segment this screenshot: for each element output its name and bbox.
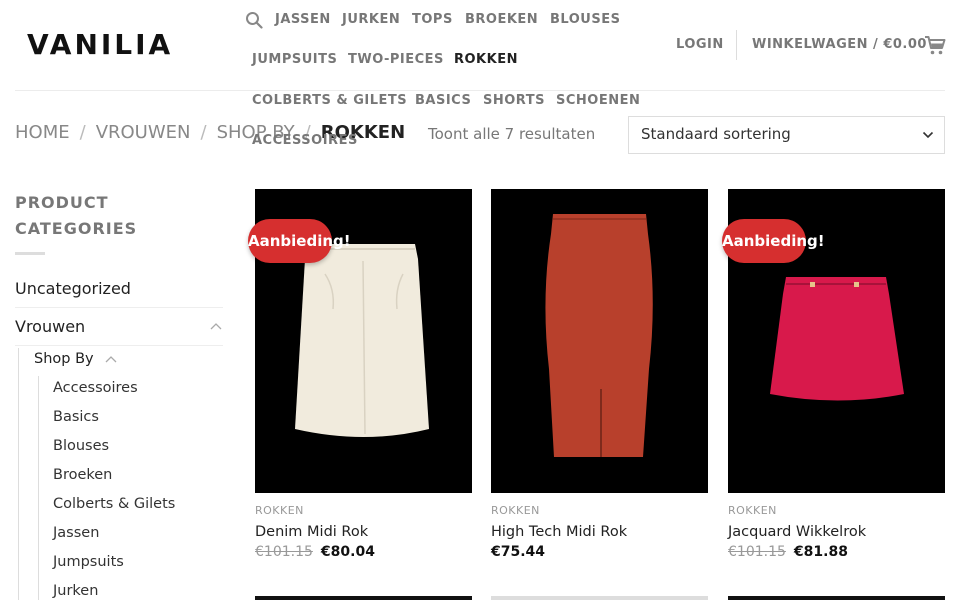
skirt-shape <box>770 277 904 401</box>
sidebar-item-vrouwen[interactable]: Vrouwen <box>15 317 85 336</box>
product-image-partial[interactable] <box>728 596 945 600</box>
chevron-down-icon <box>922 131 934 139</box>
header-divider <box>736 30 737 60</box>
product-sale-price: €81.88 <box>793 544 848 560</box>
product-price: €75.44 <box>491 544 545 560</box>
sidebar-item-jumpsuits[interactable]: Jumpsuits <box>53 554 124 570</box>
chevron-up-icon[interactable] <box>105 355 117 363</box>
sidebar-item-uncategorized[interactable]: Uncategorized <box>15 279 131 298</box>
product-title[interactable]: High Tech Midi Rok <box>491 524 627 540</box>
sort-selected-value: Standaard sortering <box>641 125 791 143</box>
sidebar-subtree-line <box>18 348 19 600</box>
nav-item-schoenen[interactable]: SCHOENEN <box>556 93 640 108</box>
product-image[interactable] <box>491 189 708 493</box>
nav-item-two-pieces[interactable]: TWO-PIECES <box>348 52 444 67</box>
nav-item-jassen[interactable]: JASSEN <box>275 12 331 27</box>
sidebar-item-accessoires[interactable]: Accessoires <box>53 380 138 396</box>
product-sale-price: €80.04 <box>320 544 375 560</box>
login-link[interactable]: LOGIN <box>676 37 724 52</box>
sale-badge: Aanbieding! <box>248 219 351 263</box>
nav-item-blouses[interactable]: BLOUSES <box>550 12 620 27</box>
sidebar-item-broeken[interactable]: Broeken <box>53 467 112 483</box>
product-category[interactable]: ROKKEN <box>491 504 540 517</box>
site-logo[interactable]: VANILIA <box>27 28 173 61</box>
cart-icon[interactable] <box>924 34 946 56</box>
product-price: €101.15 €80.04 <box>255 544 375 560</box>
nav-item-jurken[interactable]: JURKEN <box>342 12 400 27</box>
breadcrumb-home[interactable]: HOME <box>15 122 70 143</box>
sidebar-item-basics[interactable]: Basics <box>53 409 99 425</box>
product-category[interactable]: ROKKEN <box>728 504 777 517</box>
sidebar-item-shop-by[interactable]: Shop By <box>34 351 94 367</box>
sidebar-title: PRODUCT CATEGORIES <box>15 193 138 238</box>
skirt-illustration <box>545 214 653 457</box>
sort-select[interactable]: Standaard sortering <box>628 116 945 154</box>
search-icon[interactable] <box>245 11 263 29</box>
nav-item-jumpsuits[interactable]: JUMPSUITS <box>252 52 337 67</box>
product-category[interactable]: ROKKEN <box>255 504 304 517</box>
cart-link[interactable]: WINKELWAGEN / €0.00 <box>752 37 927 52</box>
nav-item-tops[interactable]: TOPS <box>412 12 453 27</box>
sidebar-item-colberts-gilets[interactable]: Colberts & Gilets <box>53 496 175 512</box>
sale-badge: Aanbieding! <box>722 219 825 263</box>
sidebar-title-underline <box>15 252 45 255</box>
nav-item-accessoires[interactable]: ACCESSOIRES <box>252 133 358 148</box>
nav-item-shorts[interactable]: SHORTS <box>483 93 545 108</box>
sidebar-divider <box>15 307 223 308</box>
product-image-partial[interactable] <box>255 596 472 600</box>
product-title[interactable]: Denim Midi Rok <box>255 524 368 540</box>
sidebar-item-jurken[interactable]: Jurken <box>53 583 98 599</box>
product-old-price: €101.15 <box>728 544 786 560</box>
skirt-shape <box>545 214 653 457</box>
product-old-price: €101.15 <box>255 544 313 560</box>
breadcrumb-vrouwen[interactable]: VROUWEN <box>96 122 191 143</box>
product-title[interactable]: Jacquard Wikkelrok <box>728 524 866 540</box>
sidebar-divider <box>15 345 223 346</box>
breadcrumb-separator: / <box>200 122 207 143</box>
chevron-up-icon[interactable] <box>210 322 222 330</box>
product-price-value: €75.44 <box>491 544 546 560</box>
header-divider-line <box>15 90 945 91</box>
skirt-shape <box>295 244 429 437</box>
result-count: Toont alle 7 resultaten <box>428 125 596 143</box>
breadcrumb-separator: / <box>79 122 86 143</box>
sidebar-item-blouses[interactable]: Blouses <box>53 438 109 454</box>
product-price: €101.15 €81.88 <box>728 544 848 560</box>
nav-item-broeken[interactable]: BROEKEN <box>465 12 538 27</box>
nav-item-colberts-gilets[interactable]: COLBERTS & GILETS <box>252 93 407 108</box>
sidebar-item-jassen[interactable]: Jassen <box>53 525 99 541</box>
product-image-partial[interactable] <box>491 596 708 600</box>
nav-item-basics[interactable]: BASICS <box>415 93 471 108</box>
sidebar-subtree-line <box>38 376 39 600</box>
nav-item-rokken[interactable]: ROKKEN <box>454 52 518 67</box>
